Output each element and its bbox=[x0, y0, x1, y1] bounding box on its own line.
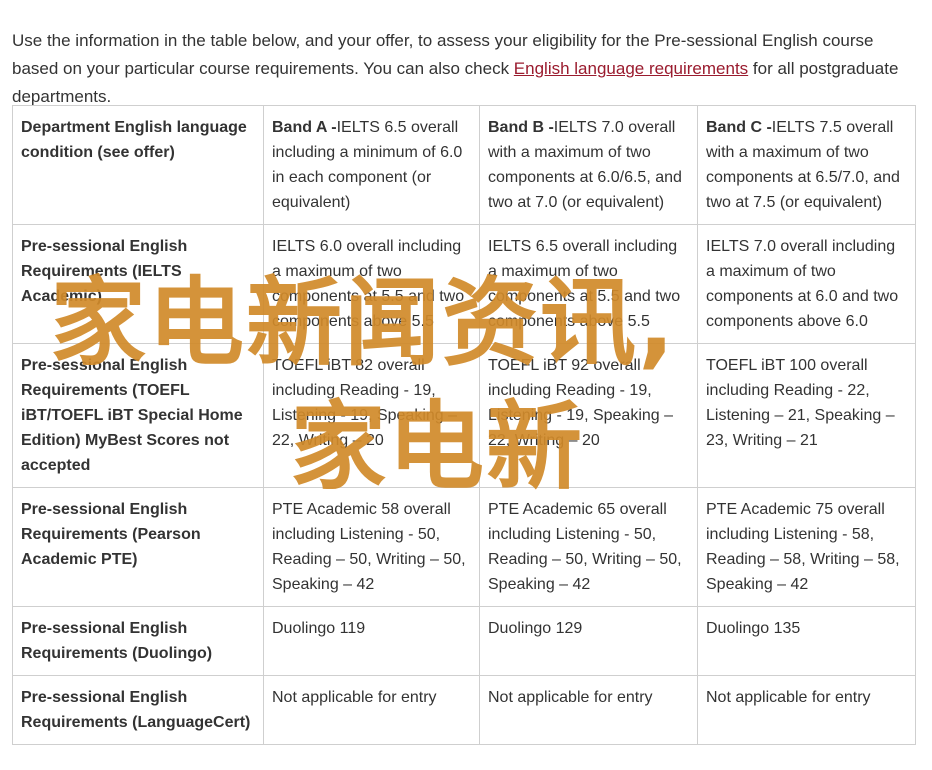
table-cell: Duolingo 119 bbox=[263, 606, 480, 676]
table-row: Pre-sessional English Requirements (Pear… bbox=[12, 487, 916, 607]
band-label: Band B - bbox=[488, 119, 554, 136]
table-cell: IELTS 6.5 overall including a maximum of… bbox=[479, 224, 698, 344]
row-header: Pre-sessional English Requirements (Pear… bbox=[12, 487, 264, 607]
table-cell: PTE Academic 75 overall including Listen… bbox=[697, 487, 916, 607]
table-cell: Duolingo 135 bbox=[697, 606, 916, 676]
table-cell: TOEFL iBT 82 overall including Reading -… bbox=[263, 343, 480, 488]
table-cell: Band A -IELTS 6.5 overall including a mi… bbox=[263, 105, 480, 225]
table-cell: TOEFL iBT 100 overall including Reading … bbox=[697, 343, 916, 488]
table-cell: TOEFL iBT 92 overall including Reading -… bbox=[479, 343, 698, 488]
band-label: Band A - bbox=[272, 119, 337, 136]
row-header: Pre-sessional English Requirements (IELT… bbox=[12, 224, 264, 344]
row-header: Pre-sessional English Requirements (TOEF… bbox=[12, 343, 264, 488]
table-cell: IELTS 7.0 overall including a maximum of… bbox=[697, 224, 916, 344]
requirements-table: Department English language condition (s… bbox=[12, 105, 916, 745]
row-header: Department English language condition (s… bbox=[12, 105, 264, 225]
row-header: Pre-sessional English Requirements (Lang… bbox=[12, 675, 264, 745]
table-cell: Band B -IELTS 7.0 overall with a maximum… bbox=[479, 105, 698, 225]
table-cell: PTE Academic 58 overall including Listen… bbox=[263, 487, 480, 607]
band-label: Band C - bbox=[706, 119, 772, 136]
intro-paragraph: Use the information in the table below, … bbox=[12, 27, 920, 111]
table-cell: IELTS 6.0 overall including a maximum of… bbox=[263, 224, 480, 344]
table-cell: PTE Academic 65 overall including Listen… bbox=[479, 487, 698, 607]
table-row: Department English language condition (s… bbox=[12, 105, 916, 225]
table-cell: Not applicable for entry bbox=[263, 675, 480, 745]
english-language-requirements-link[interactable]: English language requirements bbox=[514, 59, 748, 78]
table-row: Pre-sessional English Requirements (IELT… bbox=[12, 224, 916, 344]
table-cell: Duolingo 129 bbox=[479, 606, 698, 676]
table-cell: Not applicable for entry bbox=[697, 675, 916, 745]
table-cell: Not applicable for entry bbox=[479, 675, 698, 745]
row-header: Pre-sessional English Requirements (Duol… bbox=[12, 606, 264, 676]
table-row: Pre-sessional English Requirements (Duol… bbox=[12, 606, 916, 676]
table-cell: Band C -IELTS 7.5 overall with a maximum… bbox=[697, 105, 916, 225]
table-row: Pre-sessional English Requirements (TOEF… bbox=[12, 343, 916, 488]
table-row: Pre-sessional English Requirements (Lang… bbox=[12, 675, 916, 745]
